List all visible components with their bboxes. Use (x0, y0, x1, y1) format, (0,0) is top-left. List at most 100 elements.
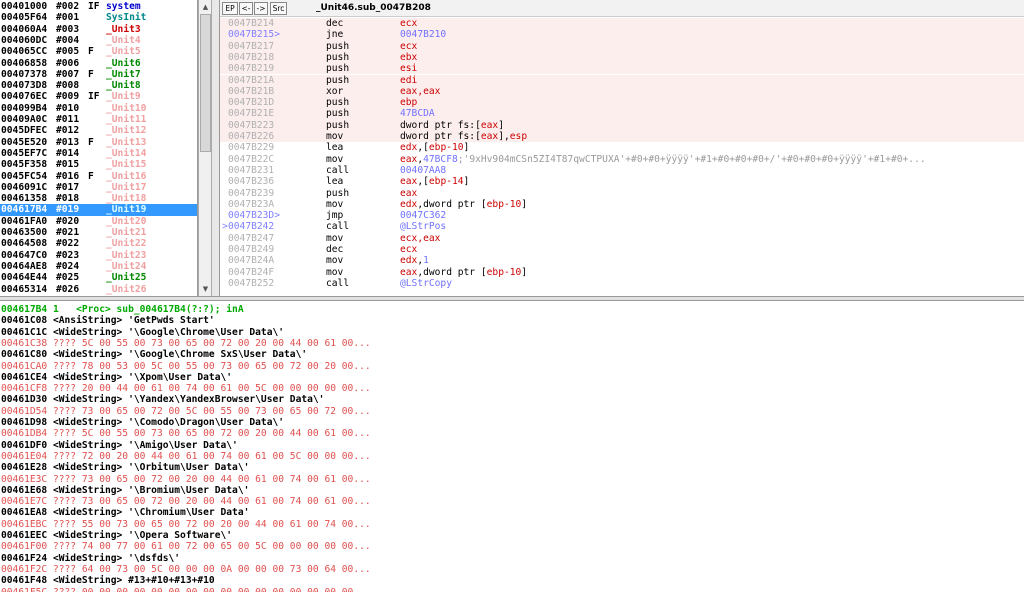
code-line[interactable]: 0047B229 lea edx,[ebp-10] (220, 142, 1024, 153)
hex-dump-line[interactable]: 00461E3C ???? 73 00 65 00 72 00 20 00 44… (1, 474, 1021, 485)
hex-dump-line[interactable]: 00461E04 ???? 72 00 20 00 44 00 61 00 74… (1, 451, 1021, 462)
unit-row[interactable]: 004073D8 #008 _Unit8 (0, 80, 197, 92)
unit-row[interactable]: 004076EC #009 IF _Unit9 (0, 91, 197, 103)
code-line[interactable]: 0047B252 call @LStrCopy (220, 278, 1024, 289)
scroll-up-icon[interactable]: ▲ (200, 1, 211, 13)
hex-dump-line[interactable]: 00461C38 ???? 5C 00 55 00 73 00 65 00 72… (1, 338, 1021, 349)
unit-row[interactable]: 00406858 #006 _Unit6 (0, 57, 197, 69)
unit-number: #006 (56, 57, 80, 69)
unit-row[interactable]: 00465314 #026 _Unit26 (0, 284, 197, 295)
mnemonic: call (326, 277, 350, 289)
scroll-down-icon[interactable]: ▼ (200, 283, 211, 295)
unit-row[interactable]: 004060A4 #003 _Unit3 (0, 23, 197, 35)
code-line[interactable]: 0047B247 mov ecx,eax (220, 233, 1024, 244)
unit-row[interactable]: 004065CC #005 F _Unit5 (0, 46, 197, 57)
string-ref-line[interactable]: 00461CE4 <WideString> '\Xpom\User Data\' (1, 372, 1021, 383)
code-line[interactable]: 0047B239 push eax (220, 188, 1024, 199)
unit-row[interactable]: 0045EF7C #014 _Unit14 (0, 148, 197, 159)
code-line[interactable]: 0047B231 call 00407AA8 (220, 165, 1024, 176)
hex-dump-line[interactable]: 00461F00 ???? 74 00 77 00 61 00 72 00 65… (1, 541, 1021, 552)
code-line[interactable]: 0047B22C mov eax,47BCF8;'9xHv904mCSn5ZI4T8… (220, 154, 1024, 165)
unit-row[interactable]: 00461358 #018 _Unit18 (0, 193, 197, 204)
unit-row[interactable]: 0046091C #017 _Unit17 (0, 181, 197, 193)
code-line[interactable]: 0047B217 push ecx (220, 40, 1024, 52)
unit-address: 0046091C (1, 181, 48, 193)
code-line[interactable]: 0047B21D push ebp (220, 97, 1024, 109)
unit-row[interactable]: 00464508 #022 _Unit22 (0, 238, 197, 249)
code-line[interactable]: 0047B218 push ebx (220, 51, 1024, 64)
unit-row[interactable]: 00405F64 #001 SysInit (0, 12, 197, 23)
unit-row[interactable]: 0045FC54 #016 F _Unit16 (0, 171, 197, 182)
code-line[interactable]: 0047B219 push esi (220, 63, 1024, 75)
scrollbar-thumb[interactable] (200, 14, 211, 152)
unit-row[interactable]: 004647C0 #023 _Unit23 (0, 250, 197, 261)
back-button[interactable]: <- (239, 2, 253, 15)
code-toolbar: EP <- -> Src _Unit46.sub_0047B208 (220, 0, 1024, 17)
hex-dump-line[interactable]: 00461EBC ???? 55 00 73 00 65 00 72 00 20… (1, 519, 1021, 530)
unit-address: 004060A4 (1, 23, 48, 35)
unit-address: 004060DC (1, 34, 48, 46)
code-line[interactable]: 0047B223 push dword ptr fs:[eax] (220, 119, 1024, 131)
mnemonic: push (326, 63, 350, 75)
unit-row[interactable]: 00407378 #007 F _Unit7 (0, 69, 197, 80)
code-line[interactable]: 0047B226 mov dword ptr fs:[eax],esp (220, 131, 1024, 143)
code-line[interactable]: 0047B23D> jmp 0047C362 (220, 210, 1024, 221)
unit-row[interactable]: 004060DC #004 _Unit4 (0, 34, 197, 46)
hex-dump-line[interactable]: 00461F5C ???? 00 00 00 00 00 00 00 00 00… (1, 587, 1021, 592)
hex-dump-line[interactable]: 00461CF8 ???? 20 00 44 00 61 00 74 00 61… (1, 383, 1021, 394)
code-line[interactable]: 0047B214 dec ecx (220, 18, 1024, 30)
code-line[interactable]: 0047B21A push edi (220, 74, 1024, 86)
unit-row[interactable]: 004099B4 #010 _Unit10 (0, 103, 197, 114)
string-ref-line[interactable]: 00461DF0 <WideString> '\Amigo\User Data\… (1, 440, 1021, 451)
string-ref-line[interactable]: 00461F24 <WideString> '\dsfds\' (1, 553, 1021, 564)
code-address: 0047B21B (228, 85, 275, 97)
proc-header-line[interactable]: 004617B4 1 <Proc> sub_004617B4(?:?); inA (1, 304, 1021, 315)
unit-row[interactable]: 00461FA0 #020 _Unit20 (0, 216, 197, 227)
hex-dump-line[interactable]: 00461CA0 ???? 78 00 53 00 5C 00 55 00 73… (1, 361, 1021, 372)
unit-row[interactable]: 004617B4 #019 _Unit19 (0, 204, 197, 216)
unit-name: _Unit8 (106, 80, 141, 92)
unit-row[interactable]: 00409A0C #011 _Unit11 (0, 114, 197, 125)
mnemonic: lea (326, 176, 344, 188)
string-ref-line[interactable]: 00461C1C <WideString> '\Google\Chrome\Us… (1, 327, 1021, 338)
code-line[interactable]: >0047B242 call @LStrPos (220, 221, 1024, 232)
vertical-splitter[interactable] (212, 0, 220, 296)
string-ref-line[interactable]: 00461E28 <WideString> '\Orbitum\User Dat… (1, 462, 1021, 473)
code-line[interactable]: 0047B21B xor eax,eax (220, 85, 1024, 98)
code-line[interactable]: 0047B21E push 47BCDA (220, 108, 1024, 120)
code-line[interactable]: 0047B23A mov edx,dword ptr [ebp-10] (220, 199, 1024, 210)
strings-pane[interactable]: 004617B4 1 <Proc> sub_004617B4(?:?); inA… (0, 301, 1024, 592)
code-lines[interactable]: 0047B214 dec ecx 0047B215> jne 0047B210 0047B2… (220, 17, 1024, 296)
unit-row[interactable]: 0045DFEC #012 _Unit12 (0, 125, 197, 136)
string-ref-line[interactable]: 00461EEC <WideString> '\Opera Software\' (1, 530, 1021, 541)
string-ref-line[interactable]: 00461D98 <WideString> '\Comodo\Dragon\Us… (1, 417, 1021, 428)
unit-row[interactable]: 00464AE8 #024 _Unit24 (0, 261, 197, 272)
forward-button[interactable]: -> (254, 2, 268, 15)
string-ref-line[interactable]: 00461E68 <WideString> '\Bromium\User Dat… (1, 485, 1021, 496)
code-line[interactable]: 0047B236 lea eax,[ebp-14] (220, 176, 1024, 187)
unit-address: 004076EC (1, 91, 48, 103)
operands: 0047C362 (400, 210, 447, 222)
unit-row[interactable]: 00401000 #002 IF system (0, 1, 197, 12)
unit-row[interactable]: 00463500 #021 _Unit21 (0, 227, 197, 238)
string-ref-line[interactable]: 00461C80 <WideString> '\Google\Chrome Sx… (1, 349, 1021, 360)
source-button[interactable]: Src (270, 2, 287, 15)
unit-list[interactable]: 00401000 #002 IF system 00405F64 #001 SysInit 0… (0, 0, 198, 296)
hex-dump-line[interactable]: 00461F2C ???? 64 00 73 00 5C 00 00 00 0A… (1, 564, 1021, 575)
hex-dump-line[interactable]: 00461DB4 ???? 5C 00 55 00 73 00 65 00 72… (1, 428, 1021, 439)
string-ref-line[interactable]: 00461C08 <AnsiString> 'GetPwds Start' (1, 315, 1021, 326)
hex-dump-line[interactable]: 00461D54 ???? 73 00 65 00 72 00 5C 00 55… (1, 406, 1021, 417)
code-line[interactable]: 0047B24A mov edx,1 (220, 255, 1024, 266)
string-ref-line[interactable]: 00461F48 <WideString> #13+#10+#13+#10 (1, 575, 1021, 586)
ep-button[interactable]: EP (222, 2, 238, 15)
string-ref-line[interactable]: 00461D30 <WideString> '\Yandex\YandexBro… (1, 394, 1021, 405)
unit-row[interactable]: 0045F358 #015 _Unit15 (0, 159, 197, 170)
code-line[interactable]: 0047B215> jne 0047B210 (220, 29, 1024, 41)
string-ref-line[interactable]: 00461EA8 <WideString> '\Chromium\User Da… (1, 507, 1021, 518)
hex-dump-line[interactable]: 00461E7C ???? 73 00 65 00 72 00 20 00 44… (1, 496, 1021, 507)
code-line[interactable]: 0047B24F mov eax,dword ptr [ebp-10] (220, 267, 1024, 278)
code-line[interactable]: 0047B249 dec ecx (220, 244, 1024, 255)
unit-list-scrollbar[interactable]: ▲ ▼ (198, 0, 212, 296)
unit-row[interactable]: 0045E520 #013 F _Unit13 (0, 137, 197, 148)
unit-row[interactable]: 00464E44 #025 _Unit25 (0, 272, 197, 283)
